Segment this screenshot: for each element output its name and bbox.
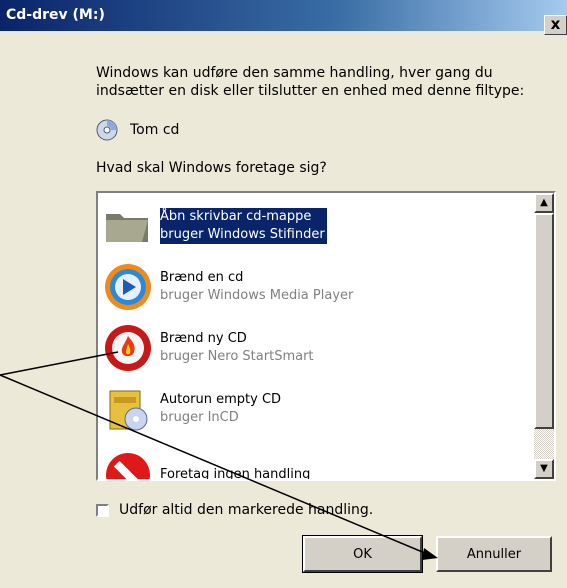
action-name: Foretag ingen handling xyxy=(160,467,311,479)
description-text: Windows kan udføre den samme handling, h… xyxy=(96,65,525,99)
media-player-icon xyxy=(105,264,151,310)
title-bar[interactable]: Cd-drev (M:) xyxy=(0,0,567,31)
action-name: Autorun empty CD xyxy=(160,392,282,407)
always-do-label[interactable]: Udfør altid den markerede handling. xyxy=(119,502,373,518)
action-name: Brænd ny CD xyxy=(160,331,247,346)
always-do-checkbox[interactable] xyxy=(96,503,109,517)
close-button[interactable]: x xyxy=(544,15,567,35)
scroll-thumb[interactable] xyxy=(534,213,554,429)
no-action-icon xyxy=(106,453,150,479)
action-sub: bruger InCD xyxy=(160,410,239,425)
window-title: Cd-drev (M:) xyxy=(6,7,105,23)
action-item-open-folder[interactable]: Åbn skrivbar cd-mappe bruger Windows Sti… xyxy=(102,196,532,256)
scroll-up-button[interactable]: ▲ xyxy=(534,193,554,213)
autoplay-dialog: Cd-drev (M:) x Windows kan udføre den sa… xyxy=(0,0,567,588)
action-item-autorun-incd[interactable]: Autorun empty CD bruger InCD xyxy=(102,379,532,439)
action-sub: bruger Windows Media Player xyxy=(160,288,354,303)
cd-icon xyxy=(96,119,118,141)
action-name: Brænd en cd xyxy=(160,270,244,285)
incd-icon xyxy=(109,390,148,431)
media-type: Tom cd xyxy=(96,118,179,142)
always-do-row[interactable]: Udfør altid den markerede handling. xyxy=(96,502,373,518)
action-sub: bruger Nero StartSmart xyxy=(160,349,314,364)
media-type-label: Tom cd xyxy=(130,122,180,138)
action-item-no-action[interactable]: Foretag ingen handling xyxy=(102,445,532,479)
question-text: Hvad skal Windows foretage sig? xyxy=(96,160,327,176)
nero-icon xyxy=(105,325,151,371)
cancel-button[interactable]: Annuller xyxy=(436,536,552,572)
action-item-burn-wmp[interactable]: Brænd en cd bruger Windows Media Player xyxy=(102,257,532,317)
scroll-down-button[interactable]: ▼ xyxy=(534,459,554,479)
action-list[interactable]: Åbn skrivbar cd-mappe bruger Windows Sti… xyxy=(96,191,556,481)
list-scrollbar[interactable]: ▲ ▼ xyxy=(534,193,554,479)
action-item-burn-nero[interactable]: Brænd ny CD bruger Nero StartSmart xyxy=(102,318,532,378)
action-name: Åbn skrivbar cd-mappe xyxy=(160,208,327,226)
ok-button[interactable]: OK xyxy=(302,535,423,573)
folder-icon xyxy=(106,214,148,242)
action-sub: bruger Windows Stifinder xyxy=(160,226,327,244)
action-items: Åbn skrivbar cd-mappe bruger Windows Sti… xyxy=(98,193,534,479)
